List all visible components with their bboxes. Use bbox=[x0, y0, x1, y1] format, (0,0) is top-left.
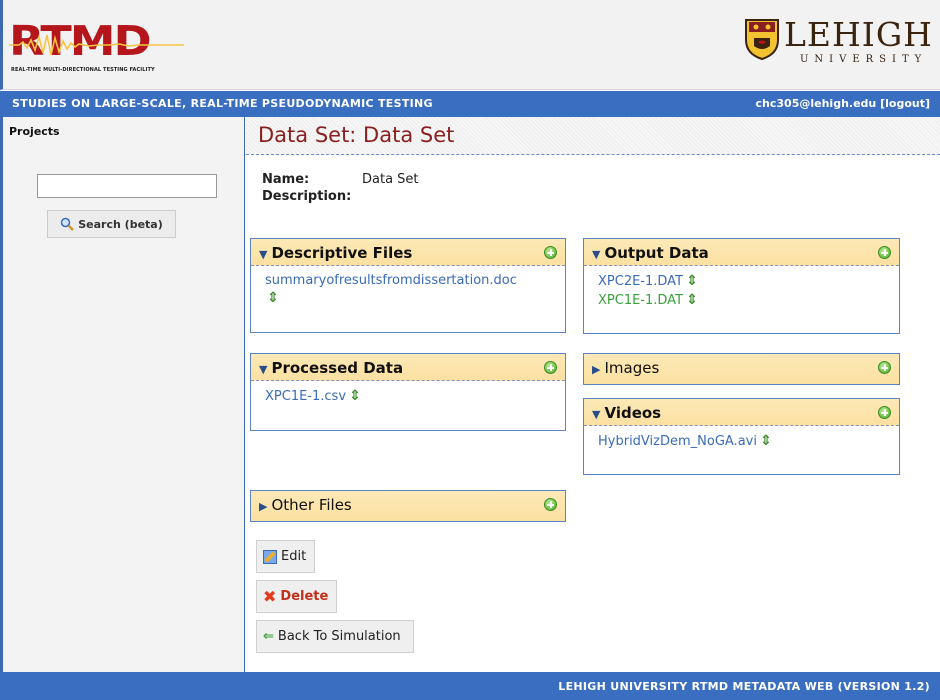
videos-title: Videos bbox=[604, 404, 662, 422]
footer-text: LEHIGH UNIVERSITY RTMD METADATA WEB (VER… bbox=[558, 680, 930, 693]
rtmd-logo-subtitle: REAL-TIME MULTI-DIRECTIONAL TESTING FACI… bbox=[11, 67, 155, 73]
name-value: Data Set bbox=[362, 172, 419, 187]
sort-arrows-icon[interactable]: ⇕ bbox=[760, 432, 772, 450]
delete-button-label: Delete bbox=[280, 589, 329, 604]
lehigh-name: LEHIGH bbox=[784, 15, 933, 54]
images-panel: ▶ Images bbox=[583, 353, 900, 385]
sort-arrows-icon[interactable]: ⇕ bbox=[267, 290, 279, 306]
images-title: Images bbox=[604, 359, 660, 377]
file-link[interactable]: XPC2E-1.DAT bbox=[598, 274, 683, 289]
file-link-row: XPC1E-1.csv ⇕ bbox=[265, 387, 551, 406]
output-data-panel: ▼ Output Data XPC2E-1.DAT ⇕ XPC1E-1.DAT ⇕ bbox=[583, 238, 900, 334]
page-title: Data Set: Data Set bbox=[258, 123, 455, 147]
output-data-title: Output Data bbox=[604, 244, 709, 262]
images-header[interactable]: ▶ Images bbox=[584, 354, 899, 384]
description-label: Description: bbox=[262, 189, 352, 204]
output-data-header[interactable]: ▼ Output Data bbox=[584, 239, 899, 266]
add-image-icon[interactable] bbox=[878, 361, 891, 374]
expand-arrow-icon: ▶ bbox=[592, 363, 601, 376]
processed-data-header[interactable]: ▼ Processed Data bbox=[251, 354, 565, 381]
search-icon bbox=[61, 217, 75, 231]
add-output-data-icon[interactable] bbox=[878, 246, 891, 259]
delete-icon: ✖ bbox=[263, 587, 277, 606]
edit-button-label: Edit bbox=[281, 549, 307, 564]
site-header: RTMD REAL-TIME MULTI-DIRECTIONAL TESTING… bbox=[0, 0, 940, 90]
lehigh-logo[interactable]: LEHIGH UNIVERSITY bbox=[744, 14, 940, 74]
other-files-title: Other Files bbox=[271, 496, 352, 514]
file-link[interactable]: summaryofresultsfromdissertation.doc bbox=[265, 272, 551, 290]
search-button-label: Search (beta) bbox=[78, 217, 163, 231]
search-button[interactable]: Search (beta) bbox=[47, 210, 176, 238]
search-input[interactable] bbox=[37, 174, 217, 198]
file-link[interactable]: HybridVizDem_NoGA.avi bbox=[598, 434, 757, 449]
collapse-arrow-icon: ▼ bbox=[592, 248, 601, 261]
other-files-panel: ▶ Other Files bbox=[250, 490, 566, 522]
user-email: chc305@lehigh.edu bbox=[755, 97, 877, 110]
seismic-wave-graphic bbox=[9, 34, 184, 56]
sidebar: Projects Search (beta) bbox=[0, 117, 245, 672]
back-to-simulation-button[interactable]: ⇐ Back To Simulation bbox=[256, 620, 414, 653]
back-arrow-icon: ⇐ bbox=[263, 629, 274, 644]
edit-button[interactable]: Edit bbox=[256, 540, 316, 573]
collapse-arrow-icon: ▼ bbox=[259, 363, 268, 376]
descriptive-files-header[interactable]: ▼ Descriptive Files bbox=[251, 239, 565, 266]
collapse-arrow-icon: ▼ bbox=[259, 248, 268, 261]
file-link-row: XPC1E-1.DAT ⇕ bbox=[598, 291, 885, 310]
file-link-row: HybridVizDem_NoGA.avi ⇕ bbox=[598, 432, 885, 451]
expand-arrow-icon: ▶ bbox=[259, 500, 268, 513]
add-other-file-icon[interactable] bbox=[544, 498, 557, 511]
descriptive-files-title: Descriptive Files bbox=[271, 244, 413, 262]
file-link[interactable]: XPC1E-1.csv bbox=[265, 389, 346, 404]
add-video-icon[interactable] bbox=[878, 406, 891, 419]
sidebar-heading: Projects bbox=[9, 125, 60, 138]
page-title-bar: Data Set: Data Set bbox=[246, 117, 940, 155]
lehigh-shield-icon bbox=[745, 19, 779, 60]
videos-header[interactable]: ▼ Videos bbox=[584, 399, 899, 426]
descriptive-files-panel: ▼ Descriptive Files summaryofresultsfromd… bbox=[250, 238, 566, 333]
project-title: STUDIES ON LARGE-SCALE, REAL-TIME PSEUDO… bbox=[12, 97, 433, 110]
file-link-row: XPC2E-1.DAT ⇕ bbox=[598, 272, 885, 291]
processed-data-panel: ▼ Processed Data XPC1E-1.csv ⇕ bbox=[250, 353, 566, 431]
user-info: chc305@lehigh.edu [logout] bbox=[756, 97, 930, 110]
delete-button[interactable]: ✖ Delete bbox=[256, 580, 338, 613]
sort-arrows-icon[interactable]: ⇕ bbox=[349, 387, 361, 405]
dataset-metadata: Name: Data Set Description: bbox=[262, 172, 419, 206]
rtmd-logo[interactable]: RTMD REAL-TIME MULTI-DIRECTIONAL TESTING… bbox=[9, 18, 184, 76]
collapse-arrow-icon: ▼ bbox=[592, 408, 601, 421]
edit-icon bbox=[263, 549, 277, 564]
name-label: Name: bbox=[262, 172, 310, 187]
sort-arrows-icon[interactable]: ⇕ bbox=[686, 272, 698, 290]
add-processed-data-icon[interactable] bbox=[544, 361, 557, 374]
other-files-header[interactable]: ▶ Other Files bbox=[251, 491, 565, 521]
site-footer: LEHIGH UNIVERSITY RTMD METADATA WEB (VER… bbox=[0, 672, 940, 700]
logout-link[interactable]: [logout] bbox=[880, 97, 930, 110]
main-content: Data Set: Data Set Name: Data Set Descri… bbox=[246, 117, 940, 672]
sort-arrows-icon[interactable]: ⇕ bbox=[686, 291, 698, 309]
top-nav-bar: STUDIES ON LARGE-SCALE, REAL-TIME PSEUDO… bbox=[0, 91, 940, 117]
file-link[interactable]: XPC1E-1.DAT bbox=[598, 293, 683, 308]
videos-panel: ▼ Videos HybridVizDem_NoGA.avi ⇕ bbox=[583, 398, 900, 475]
add-descriptive-file-icon[interactable] bbox=[544, 246, 557, 259]
back-button-label: Back To Simulation bbox=[277, 629, 401, 644]
processed-data-title: Processed Data bbox=[271, 359, 404, 377]
lehigh-university-text: UNIVERSITY bbox=[800, 54, 928, 65]
